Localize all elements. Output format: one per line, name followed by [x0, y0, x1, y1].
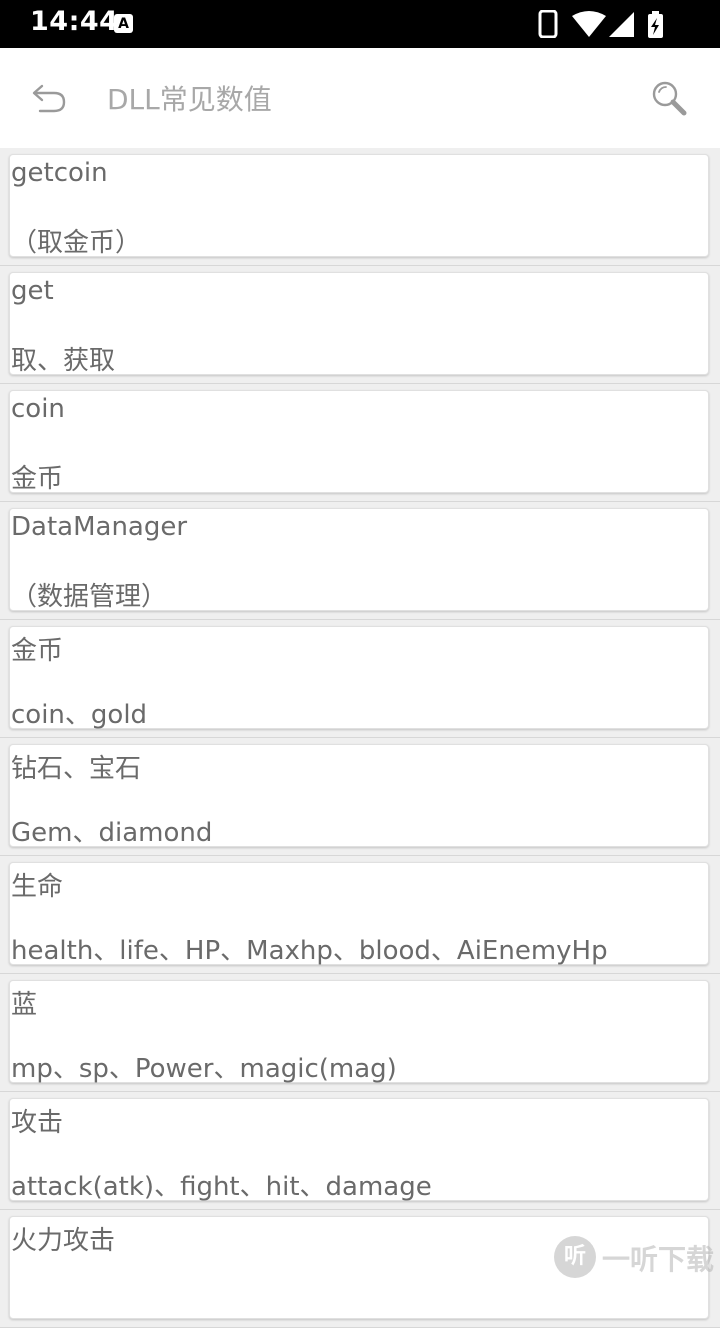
list-item-card[interactable]: 金币 coin、gold: [9, 626, 709, 729]
item-term: 火力攻击: [11, 1220, 115, 1257]
watermark-logo-icon: 听: [554, 1236, 596, 1278]
app-bar: DLL常见数值: [0, 48, 720, 148]
status-icons: [538, 10, 668, 38]
list-item-card[interactable]: DataManager （数据管理）: [9, 508, 709, 611]
list-item-card[interactable]: 生命 health、life、HP、Maxhp、blood、AiEnemyHp: [9, 862, 709, 965]
list-item-card[interactable]: 蓝 mp、sp、Power、magic(mag): [9, 980, 709, 1083]
item-meaning: coin、gold: [11, 694, 147, 731]
item-meaning: 金币: [11, 458, 63, 495]
list-item-card[interactable]: coin 金币: [9, 390, 709, 493]
list-item-card[interactable]: 攻击 attack(atk)、fight、hit、damage: [9, 1098, 709, 1201]
item-meaning: health、life、HP、Maxhp、blood、AiEnemyHp: [11, 930, 608, 967]
item-meaning: （数据管理）: [11, 576, 167, 613]
list-item[interactable]: DataManager （数据管理）: [0, 502, 720, 620]
item-term: 生命: [11, 866, 63, 903]
notification-a-icon: A: [114, 14, 133, 33]
list-item[interactable]: 蓝 mp、sp、Power、magic(mag): [0, 974, 720, 1092]
list-item-card[interactable]: 钻石、宝石 Gem、diamond: [9, 744, 709, 847]
list-item[interactable]: getcoin （取金币）: [0, 148, 720, 266]
list-item-card[interactable]: getcoin （取金币）: [9, 154, 709, 257]
list-item[interactable]: 钻石、宝石 Gem、diamond: [0, 738, 720, 856]
list-item-card[interactable]: get 取、获取: [9, 272, 709, 375]
item-term: 攻击: [11, 1102, 63, 1139]
page-title: DLL常见数值: [107, 78, 272, 118]
item-term: 钻石、宝石: [11, 748, 141, 785]
back-arrow-icon[interactable]: [30, 80, 70, 116]
list-item[interactable]: get 取、获取: [0, 266, 720, 384]
item-meaning: 取、获取: [11, 340, 115, 377]
item-term: getcoin: [11, 158, 108, 188]
item-term: DataManager: [11, 512, 187, 542]
item-term: 金币: [11, 630, 63, 667]
item-meaning: attack(atk)、fight、hit、damage: [11, 1166, 432, 1203]
wifi-icon: [572, 11, 606, 37]
item-meaning: mp、sp、Power、magic(mag): [11, 1048, 397, 1085]
item-term: coin: [11, 394, 65, 424]
item-term: get: [11, 276, 54, 306]
item-meaning: Gem、diamond: [11, 812, 212, 849]
status-time: 14:44: [30, 6, 118, 37]
search-icon[interactable]: [650, 79, 688, 117]
signal-icon: [609, 12, 634, 37]
phone-icon: [540, 11, 556, 37]
item-meaning: （取金币）: [11, 222, 141, 259]
status-bar: 14:44 A: [0, 0, 720, 48]
list-item[interactable]: 生命 health、life、HP、Maxhp、blood、AiEnemyHp: [0, 856, 720, 974]
watermark-text: 一听下载: [602, 1238, 714, 1278]
list-item[interactable]: 攻击 attack(atk)、fight、hit、damage: [0, 1092, 720, 1210]
list-item[interactable]: coin 金币: [0, 384, 720, 502]
terms-list: getcoin （取金币） get 取、获取 coin 金币 DataManag…: [0, 148, 720, 1328]
battery-charging-icon: [648, 11, 663, 38]
list-item[interactable]: 金币 coin、gold: [0, 620, 720, 738]
watermark: 听 一听下载: [554, 1234, 720, 1280]
item-term: 蓝: [11, 984, 37, 1021]
